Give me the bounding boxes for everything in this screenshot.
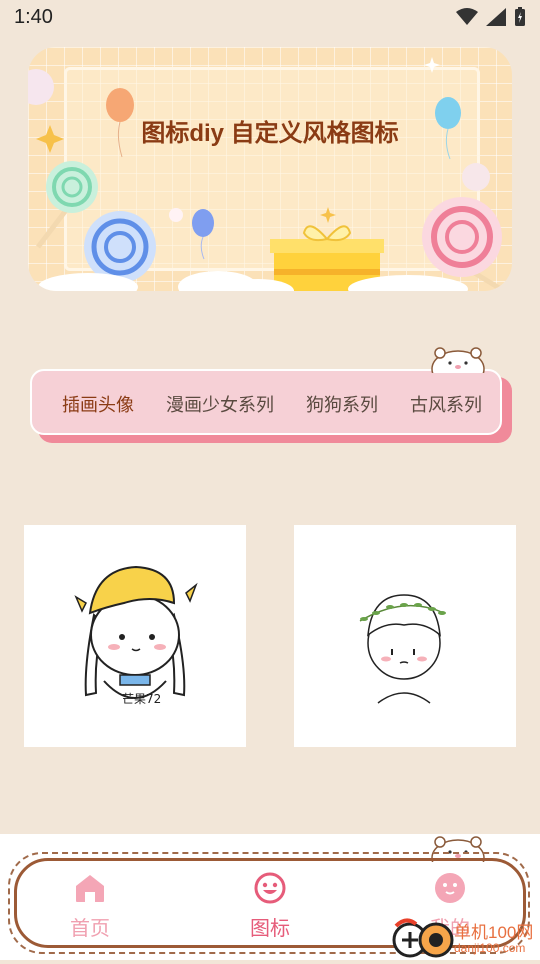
gallery-card-girl[interactable]: 芒果72 [24,525,246,747]
banner-title: 图标diy 自定义风格图标 [141,120,399,147]
tab-illustration-avatar[interactable]: 插画头像 [62,391,134,417]
nav-item-home[interactable]: 首页 [30,872,150,941]
watermark: 单机100网 danji100.com [392,916,540,960]
nav-item-icons[interactable]: 图标 [210,872,330,941]
nav-label-home: 首页 [70,916,110,940]
girl-illustration: 芒果72 [74,565,198,706]
profile-icon [435,873,465,903]
banner[interactable]: 图标diy 自定义风格图标 [28,47,512,291]
status-time: 1:40 [14,6,53,28]
tab-ancient-style-series[interactable]: 古风系列 [410,391,482,417]
status-icons [456,7,526,27]
bear-peek-icon [431,347,485,373]
signal-icon [486,8,506,26]
tab-manga-girl-series[interactable]: 漫画少女系列 [166,391,274,417]
watermark-text: 单机100网 [454,923,534,942]
gallery-card-boy[interactable] [294,525,516,747]
category-tabs: 插画头像 漫画少女系列 狗狗系列 古风系列 [30,369,502,435]
smile-icon [254,872,286,904]
status-bar: 1:40 [0,0,540,36]
nav-label-icons: 图标 [250,916,290,940]
banner-decorations [28,57,506,291]
watermark-logo-icon [392,918,454,958]
boy-illustration [359,594,446,704]
home-icon [76,875,104,902]
tab-dog-series[interactable]: 狗狗系列 [306,391,378,417]
artist-signature: 芒果72 [122,691,161,706]
wifi-icon [456,8,478,25]
watermark-subtext: danji100.com [454,941,526,955]
battery-icon [515,7,525,26]
